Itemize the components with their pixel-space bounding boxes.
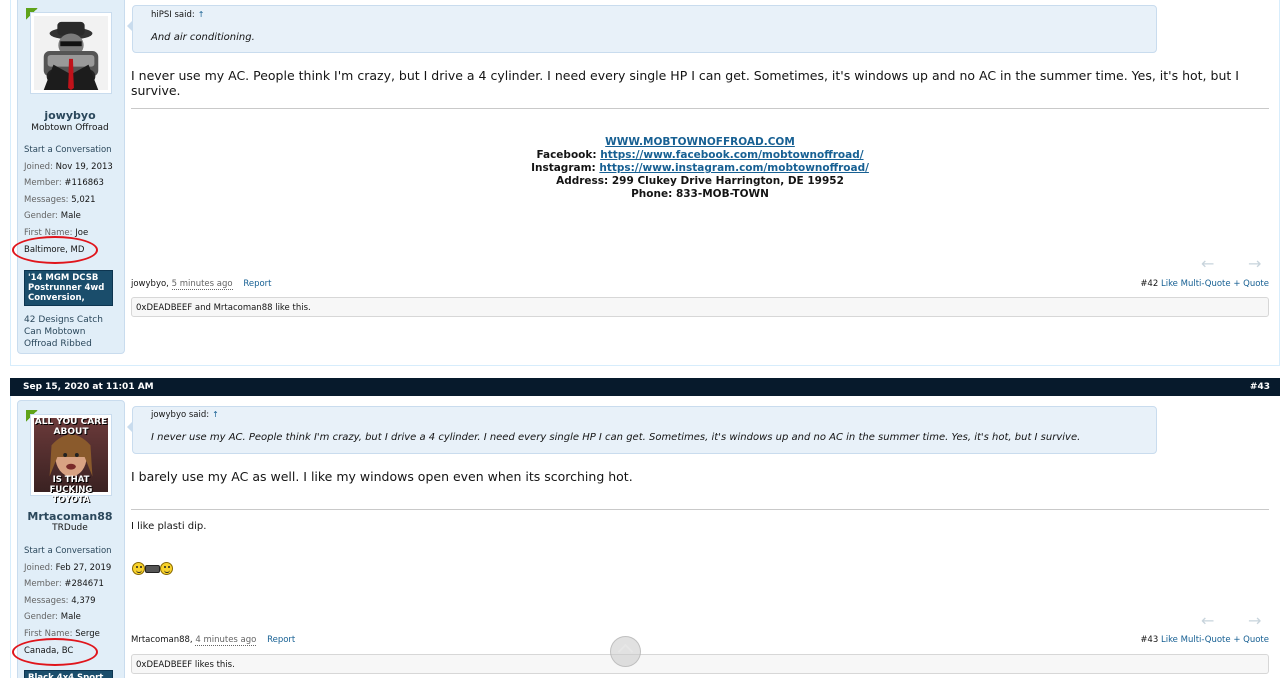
vehicle-badge[interactable]: Black 4x4 Sport MT (24, 670, 113, 678)
post-header-bar: Sep 15, 2020 at 11:01 AM #43 (10, 378, 1280, 396)
quote-text: And air conditioning. (151, 32, 255, 43)
user-title: Mobtown Offroad (31, 123, 109, 133)
location-annotation-circle (12, 236, 98, 264)
user-signature-snippet: 42 Designs Catch Can Mobtown Offroad Rib… (24, 315, 103, 349)
smiley-icon (160, 562, 173, 575)
likes-summary: 0xDEADBEEF and Mrtacoman88 like this. (131, 297, 1269, 317)
post-footer: jowybyo, 5 minutes ago Report #42 Like M… (131, 279, 1269, 290)
messages-row: Messages: 4,379 (24, 595, 96, 606)
quote-arrow-icon (127, 421, 133, 433)
post-controls: #42 Like Multi-Quote + Quote (1131, 279, 1269, 289)
message-body: I barely use my AC as well. I like my wi… (131, 469, 633, 484)
multi-quote-link[interactable]: Multi-Quote + (1181, 279, 1241, 289)
start-conversation-link[interactable]: Start a Conversation (24, 543, 112, 560)
location-annotation-circle (12, 638, 98, 666)
quote-text: I never use my AC. People think I'm craz… (151, 432, 1081, 443)
facebook-label: Facebook: (536, 149, 597, 161)
previous-post-arrow-icon[interactable]: ← (1201, 611, 1214, 630)
quote-block: hiPSI said: ↑ And air conditioning. (127, 5, 1157, 53)
footer-author[interactable]: jowybyo, (131, 279, 169, 289)
quote-link[interactable]: Quote (1243, 279, 1269, 289)
vehicle-badge[interactable]: '14 MGM DCSB Postrunner 4wd Conversion, (24, 270, 113, 306)
quote-block: jowybyo said: ↑ I never use my AC. People… (127, 406, 1157, 454)
signature-block: WWW.MOBTOWNOFFROAD.COM Facebook: https:/… (131, 136, 1269, 201)
username[interactable]: Mrtacoman88 (16, 510, 124, 523)
jump-to-quote-icon[interactable]: ↑ (198, 10, 205, 19)
footer-author[interactable]: Mrtacoman88, (131, 635, 193, 645)
avatar-top-caption: ALL YOU CARE ABOUT (34, 417, 108, 437)
report-link[interactable]: Report (267, 635, 295, 645)
post-controls: #43 Like Multi-Quote + Quote (1131, 635, 1269, 645)
quote-link[interactable]: Quote (1243, 635, 1269, 645)
multi-quote-link[interactable]: Multi-Quote + (1181, 635, 1241, 645)
facebook-link[interactable]: https://www.facebook.com/mobtownoffroad/ (600, 149, 863, 161)
likes-text[interactable]: 0xDEADBEEF and Mrtacoman88 like this. (136, 303, 311, 313)
member-row: Member: #116863 (24, 178, 104, 189)
scroll-to-top-button[interactable] (610, 636, 641, 667)
like-link[interactable]: Like (1161, 635, 1178, 645)
post-number[interactable]: #43 (1140, 635, 1158, 645)
smiley-binoculars-emote (132, 562, 173, 575)
binoculars-icon (145, 564, 160, 573)
post-timestamp[interactable]: 5 minutes ago (171, 279, 233, 290)
likes-text[interactable]: 0xDEADBEEF likes this. (136, 660, 235, 670)
instagram-link[interactable]: https://www.instagram.com/mobtownoffroad… (599, 162, 869, 174)
likes-summary: 0xDEADBEEF likes this. (131, 654, 1269, 674)
quote-author[interactable]: hiPSI said: (151, 10, 195, 20)
avatar-bottom-caption: IS THAT FUCKING TOYOTA (49, 475, 93, 505)
report-link[interactable]: Report (243, 279, 271, 289)
smiley-icon (132, 562, 145, 575)
next-post-arrow-icon[interactable]: → (1248, 611, 1261, 630)
signature-text: I like plasti dip. (131, 521, 207, 532)
joined-row: Joined: Feb 27, 2019 (24, 562, 112, 573)
gangster-avatar-icon (34, 16, 108, 90)
post-footer: Mrtacoman88, 4 minutes ago Report #43 Li… (131, 635, 1269, 646)
start-conversation-link[interactable]: Start a Conversation (24, 142, 113, 159)
signature-divider (131, 108, 1269, 109)
avatar[interactable] (30, 12, 112, 94)
phone-text: Phone: 833-MOB-TOWN (631, 188, 769, 200)
jump-to-quote-icon[interactable]: ↑ (212, 410, 219, 419)
member-row: Member: #284671 (24, 579, 104, 590)
message-body: I never use my AC. People think I'm craz… (131, 68, 1239, 98)
post-permalink-number[interactable]: #43 (1250, 382, 1270, 392)
chevron-up-icon (617, 643, 634, 660)
previous-post-arrow-icon[interactable]: ← (1201, 254, 1214, 273)
instagram-label: Instagram: (531, 162, 596, 174)
gender-row: Gender: Male (24, 612, 81, 623)
site-link[interactable]: WWW.MOBTOWNOFFROAD.COM (605, 136, 795, 148)
post-date: Sep 15, 2020 at 11:01 AM (23, 382, 154, 392)
user-title: TRDude (52, 523, 88, 533)
address-text: Address: 299 Clukey Drive Harrington, DE… (556, 175, 844, 187)
messages-row: Messages: 5,021 (24, 194, 96, 205)
post-number[interactable]: #42 (1140, 279, 1158, 289)
signature-divider (131, 509, 1269, 510)
joined-row: Joined: Nov 19, 2013 (24, 161, 113, 172)
quote-author[interactable]: jowybyo said: (151, 410, 209, 420)
like-link[interactable]: Like (1161, 279, 1178, 289)
quote-arrow-icon (127, 20, 133, 32)
gender-row: Gender: Male (24, 211, 81, 222)
username[interactable]: jowybyo (16, 109, 124, 122)
post-timestamp[interactable]: 4 minutes ago (195, 635, 257, 646)
next-post-arrow-icon[interactable]: → (1248, 254, 1261, 273)
